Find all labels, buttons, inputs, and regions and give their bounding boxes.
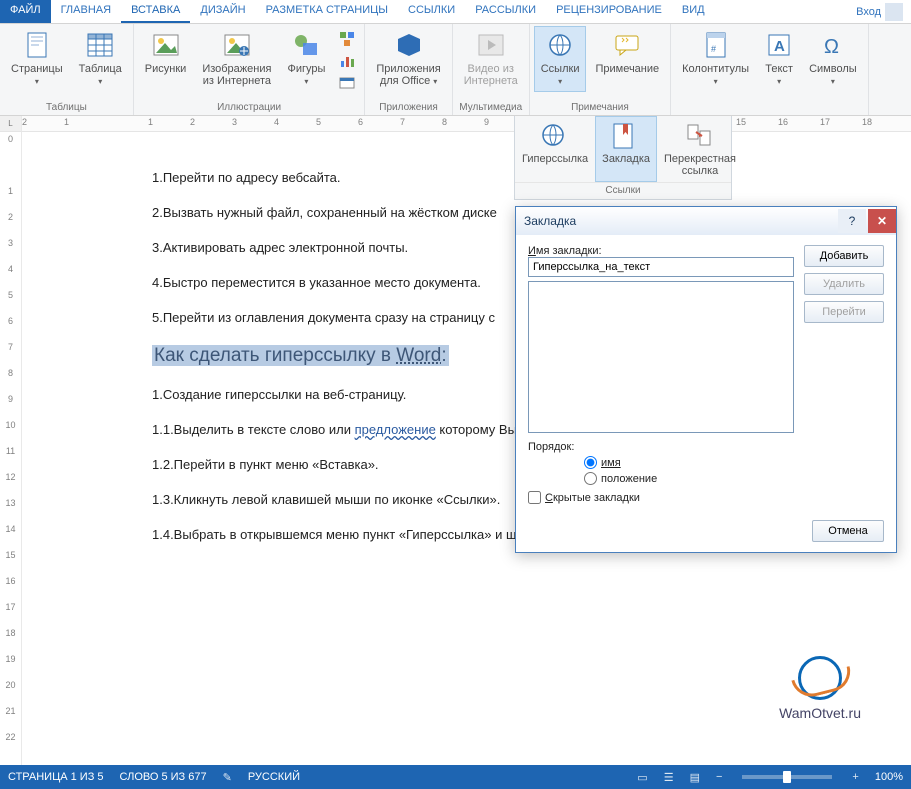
tab-mailings[interactable]: РАССЫЛКИ bbox=[465, 0, 546, 23]
links-button[interactable]: Ссылки▾ bbox=[534, 26, 587, 92]
hyperlink-button[interactable]: Гиперссылка bbox=[515, 116, 595, 182]
table-icon bbox=[86, 31, 114, 59]
chart-button[interactable] bbox=[336, 50, 358, 72]
table-button[interactable]: Таблица▾ bbox=[72, 26, 129, 92]
goto-button[interactable]: Перейти bbox=[804, 301, 884, 323]
group-tables-label: Таблицы bbox=[46, 101, 87, 115]
pages-button[interactable]: Страницы▾ bbox=[4, 26, 70, 92]
svg-text:#: # bbox=[711, 44, 716, 54]
doc-line-1: 1.Перейти по адресу вебсайта. bbox=[152, 170, 871, 187]
zoom-in-button[interactable]: + bbox=[852, 771, 858, 783]
bookmark-name-label: Имя закладки: bbox=[528, 245, 794, 257]
read-mode-icon[interactable]: ▭ bbox=[637, 771, 647, 784]
order-location-radio[interactable] bbox=[584, 472, 597, 485]
ribbon: Страницы▾ Таблица▾ Таблицы Рисунки Изобр… bbox=[0, 24, 911, 116]
watermark: WamOtvet.ru bbox=[779, 656, 861, 722]
delete-button[interactable]: Удалить bbox=[804, 273, 884, 295]
group-apps-label: Приложения bbox=[379, 101, 438, 115]
header-footer-icon: # bbox=[702, 31, 730, 59]
video-icon bbox=[477, 31, 505, 59]
vertical-ruler[interactable]: 012345678910111213141516171819202122 bbox=[0, 132, 22, 772]
bookmark-dialog: Закладка ? ✕ Имя закладки: Порядок: имя … bbox=[515, 206, 897, 553]
doc-heading: Как сделать гиперссылку в Word: bbox=[152, 345, 449, 366]
svg-text:Ω: Ω bbox=[824, 36, 839, 57]
text-button[interactable]: A Текст▾ bbox=[758, 26, 800, 92]
menu-tabs: ФАЙЛ ГЛАВНАЯ ВСТАВКА ДИЗАЙН РАЗМЕТКА СТР… bbox=[0, 0, 911, 24]
zoom-out-button[interactable]: − bbox=[716, 771, 722, 783]
crossref-button[interactable]: Перекрестная ссылка bbox=[657, 116, 743, 182]
shapes-button[interactable]: Фигуры▾ bbox=[280, 26, 332, 92]
apps-icon bbox=[395, 31, 423, 59]
smartart-button[interactable] bbox=[336, 28, 358, 50]
picture-icon bbox=[152, 31, 180, 59]
web-layout-icon[interactable]: ▤ bbox=[690, 771, 700, 784]
status-language[interactable]: РУССКИЙ bbox=[248, 771, 300, 783]
header-footer-button[interactable]: # Колонтитулы▾ bbox=[675, 26, 756, 92]
textbox-icon: A bbox=[765, 31, 793, 59]
screenshot-button[interactable] bbox=[336, 72, 358, 94]
tab-design[interactable]: ДИЗАЙН bbox=[190, 0, 255, 23]
group-illustrations-label: Иллюстрации bbox=[217, 101, 281, 115]
zoom-value[interactable]: 100% bbox=[875, 771, 903, 783]
comment-icon bbox=[613, 31, 641, 59]
online-pictures-button[interactable]: Изображения из Интернета bbox=[195, 26, 278, 92]
watermark-icon bbox=[798, 656, 842, 700]
tab-file[interactable]: ФАЙЛ bbox=[0, 0, 51, 23]
horizontal-ruler[interactable]: 21123456789101112131415161718 bbox=[22, 116, 911, 132]
links-dropdown-label: Ссылки bbox=[515, 182, 731, 199]
avatar-icon bbox=[885, 3, 903, 21]
svg-text:A: A bbox=[774, 38, 785, 55]
status-page[interactable]: СТРАНИЦА 1 ИЗ 5 bbox=[8, 771, 104, 783]
order-name-label: имя bbox=[601, 457, 621, 469]
tab-review[interactable]: РЕЦЕНЗИРОВАНИЕ bbox=[546, 0, 672, 23]
cancel-button[interactable]: Отмена bbox=[812, 520, 884, 542]
bookmark-button[interactable]: Закладка bbox=[595, 116, 657, 182]
status-bar: СТРАНИЦА 1 ИЗ 5 СЛОВО 5 ИЗ 677 ✎ РУССКИЙ… bbox=[0, 765, 911, 789]
tab-insert[interactable]: ВСТАВКА bbox=[121, 0, 190, 23]
order-location-label: положение bbox=[601, 473, 657, 485]
dialog-title-text: Закладка bbox=[524, 214, 576, 228]
group-comments-label: Примечания bbox=[571, 101, 629, 115]
bookmark-name-input[interactable] bbox=[528, 257, 794, 277]
dialog-help-button[interactable]: ? bbox=[838, 209, 866, 233]
symbol-icon: Ω bbox=[819, 31, 847, 59]
tab-references[interactable]: ССЫЛКИ bbox=[398, 0, 465, 23]
links-dropdown: Гиперссылка Закладка Перекрестная ссылка… bbox=[514, 116, 732, 200]
bookmark-listbox[interactable] bbox=[528, 281, 794, 433]
print-layout-icon[interactable]: ☰ bbox=[664, 771, 674, 784]
pictures-button[interactable]: Рисунки bbox=[138, 26, 194, 80]
online-picture-icon bbox=[223, 31, 251, 59]
page-icon bbox=[23, 31, 51, 59]
symbols-button[interactable]: Ω Символы▾ bbox=[802, 26, 864, 92]
crossref-icon bbox=[686, 123, 714, 151]
online-pictures-label: Изображения из Интернета bbox=[202, 63, 271, 87]
bookmark-icon bbox=[612, 123, 640, 151]
hidden-bookmarks-label: Скрытые закладки bbox=[545, 492, 640, 504]
add-button[interactable]: Добавить bbox=[804, 245, 884, 267]
zoom-slider[interactable] bbox=[742, 775, 832, 779]
comment-button[interactable]: Примечание bbox=[588, 26, 666, 80]
ruler-area: L 21123456789101112131415161718 bbox=[0, 116, 911, 132]
link-icon bbox=[546, 31, 574, 59]
office-apps-button[interactable]: Приложения для Office ▾ bbox=[369, 26, 447, 92]
login-link[interactable]: Вход bbox=[848, 0, 911, 23]
group-media-label: Мультимедиа bbox=[459, 101, 522, 115]
order-name-radio[interactable] bbox=[584, 456, 597, 469]
hidden-bookmarks-checkbox[interactable] bbox=[528, 491, 541, 504]
online-video-button[interactable]: Видео из Интернета bbox=[457, 26, 525, 92]
dialog-titlebar[interactable]: Закладка ? ✕ bbox=[516, 207, 896, 235]
status-words[interactable]: СЛОВО 5 ИЗ 677 bbox=[120, 771, 207, 783]
tab-layout[interactable]: РАЗМЕТКА СТРАНИЦЫ bbox=[256, 0, 398, 23]
order-label: Порядок: bbox=[528, 441, 574, 453]
globe-icon bbox=[541, 123, 569, 151]
dialog-close-button[interactable]: ✕ bbox=[868, 209, 896, 233]
tab-home[interactable]: ГЛАВНАЯ bbox=[51, 0, 121, 23]
shapes-icon bbox=[292, 31, 320, 59]
proofing-icon[interactable]: ✎ bbox=[223, 771, 232, 784]
tab-view[interactable]: ВИД bbox=[672, 0, 715, 23]
